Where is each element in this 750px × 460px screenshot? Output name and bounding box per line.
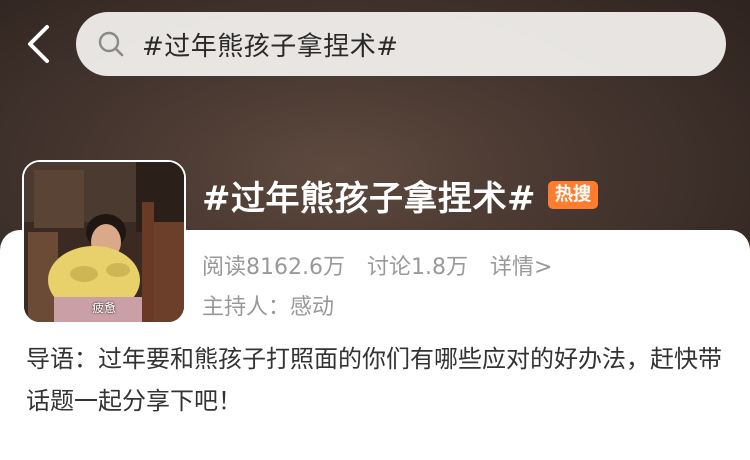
topic-avatar[interactable]: 疲惫 <box>22 160 186 324</box>
topic-intro: 导语：过年要和熊孩子打照面的你们有哪些应对的好办法，赶快带话题一起分享下吧！ <box>26 345 722 415</box>
host-info: 主持人：感动 <box>202 288 334 322</box>
back-button[interactable] <box>20 22 56 66</box>
read-count: 阅读8162.6万 <box>202 255 345 280</box>
host-label[interactable]: 主持人：感动 <box>202 289 334 321</box>
top-bar: #过年熊孩子拿捏术# <box>0 0 750 100</box>
details-link[interactable]: 详情> <box>490 249 552 281</box>
search-icon <box>96 29 126 59</box>
discussion-count: 讨论1.8万 <box>366 255 468 280</box>
avatar-image <box>24 162 184 322</box>
search-query: #过年熊孩子拿捏术# <box>142 31 399 62</box>
search-input[interactable]: #过年熊孩子拿捏术# <box>76 12 726 76</box>
topic-title: #过年熊孩子拿捏术# <box>202 178 536 219</box>
topic-header: #过年熊孩子拿捏术# 热搜 <box>202 168 598 222</box>
topic-stats: 阅读8162.6万 讨论1.8万 详情> <box>202 248 552 282</box>
hot-badge: 热搜 <box>547 181 598 209</box>
avatar-caption: 疲惫 <box>91 301 116 315</box>
chevron-left-icon <box>28 25 49 63</box>
